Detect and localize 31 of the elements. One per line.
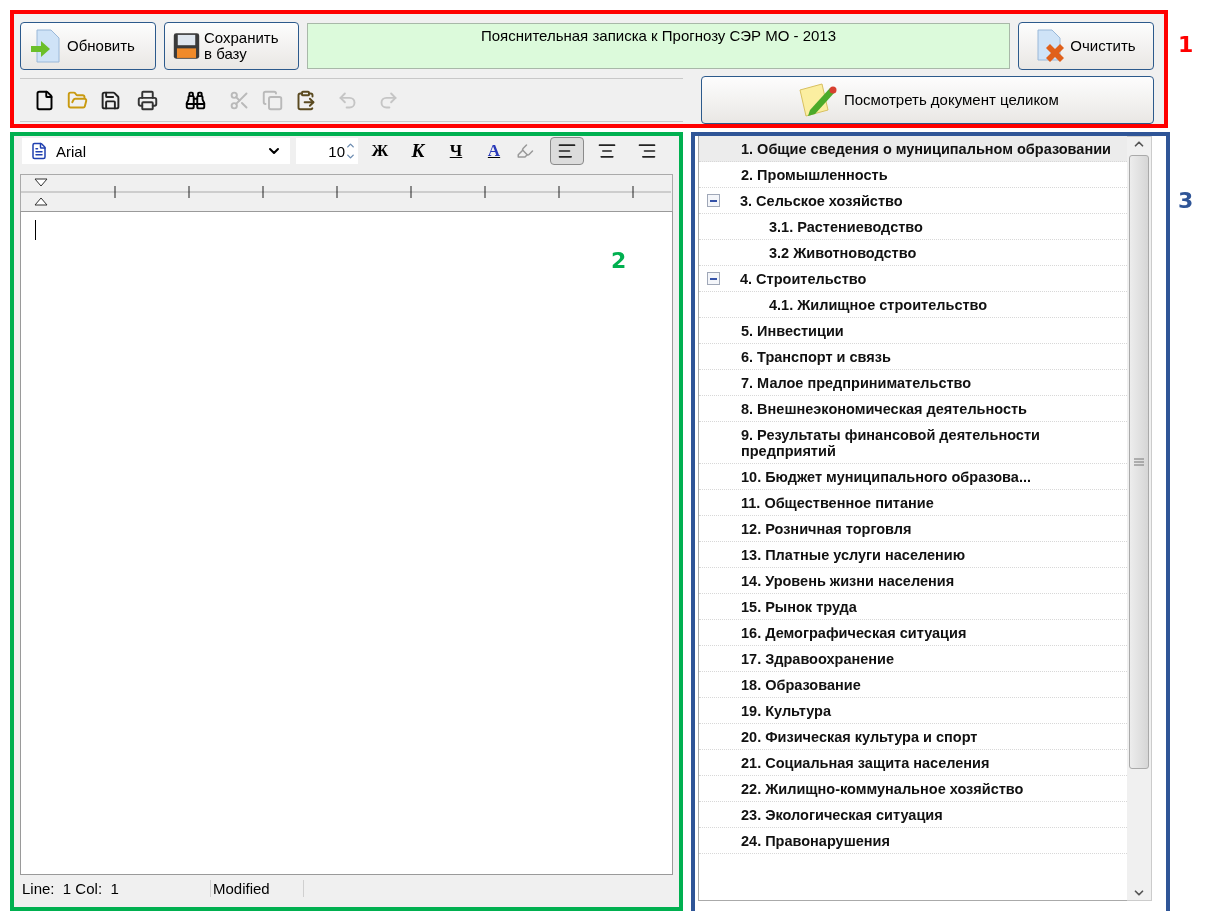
- align-center-icon: [597, 141, 617, 161]
- align-left-button[interactable]: [550, 137, 584, 165]
- font-size-field[interactable]: 10: [296, 138, 358, 164]
- align-right-icon: [637, 141, 657, 161]
- document-arrow-icon: [29, 28, 63, 64]
- refresh-button[interactable]: Обновить: [20, 22, 156, 70]
- spinner-icon[interactable]: [345, 140, 356, 162]
- status-text: Line: 1 Col: 1: [20, 879, 211, 897]
- font-icon: [30, 142, 48, 160]
- font-select[interactable]: Arial: [22, 138, 290, 164]
- status-text: Modified: [211, 879, 304, 897]
- annotation-number: 2: [611, 248, 627, 273]
- annotation-number: 1: [1178, 32, 1194, 57]
- document-cross-icon: [1036, 28, 1067, 64]
- bold-button[interactable]: Ж: [364, 138, 396, 164]
- tree-item[interactable]: 1. Общие сведения о муниципальном образовании: [699, 136, 1127, 162]
- annotation-number: 3: [1178, 188, 1194, 213]
- collapse-icon[interactable]: [707, 272, 720, 285]
- text-cursor: [35, 220, 36, 240]
- underline-button[interactable]: Ч: [440, 138, 472, 164]
- scroll-thumb[interactable]: [1129, 155, 1149, 769]
- align-left-icon: [557, 141, 577, 161]
- document-title: Пояснительная записка к Прогнозу СЭР МО - 2013: [307, 23, 1010, 69]
- scrollbar[interactable]: [1127, 136, 1152, 901]
- italic-button[interactable]: К: [402, 138, 434, 164]
- grip-icon: [1134, 458, 1144, 466]
- clear-button[interactable]: Очистить: [1018, 22, 1154, 70]
- collapse-icon[interactable]: [707, 194, 720, 207]
- view-document-button[interactable]: Посмотреть документ целиком: [700, 76, 1154, 124]
- color-button[interactable]: A: [478, 138, 510, 164]
- save-to-database-button[interactable]: Сохранить в базу: [164, 22, 299, 70]
